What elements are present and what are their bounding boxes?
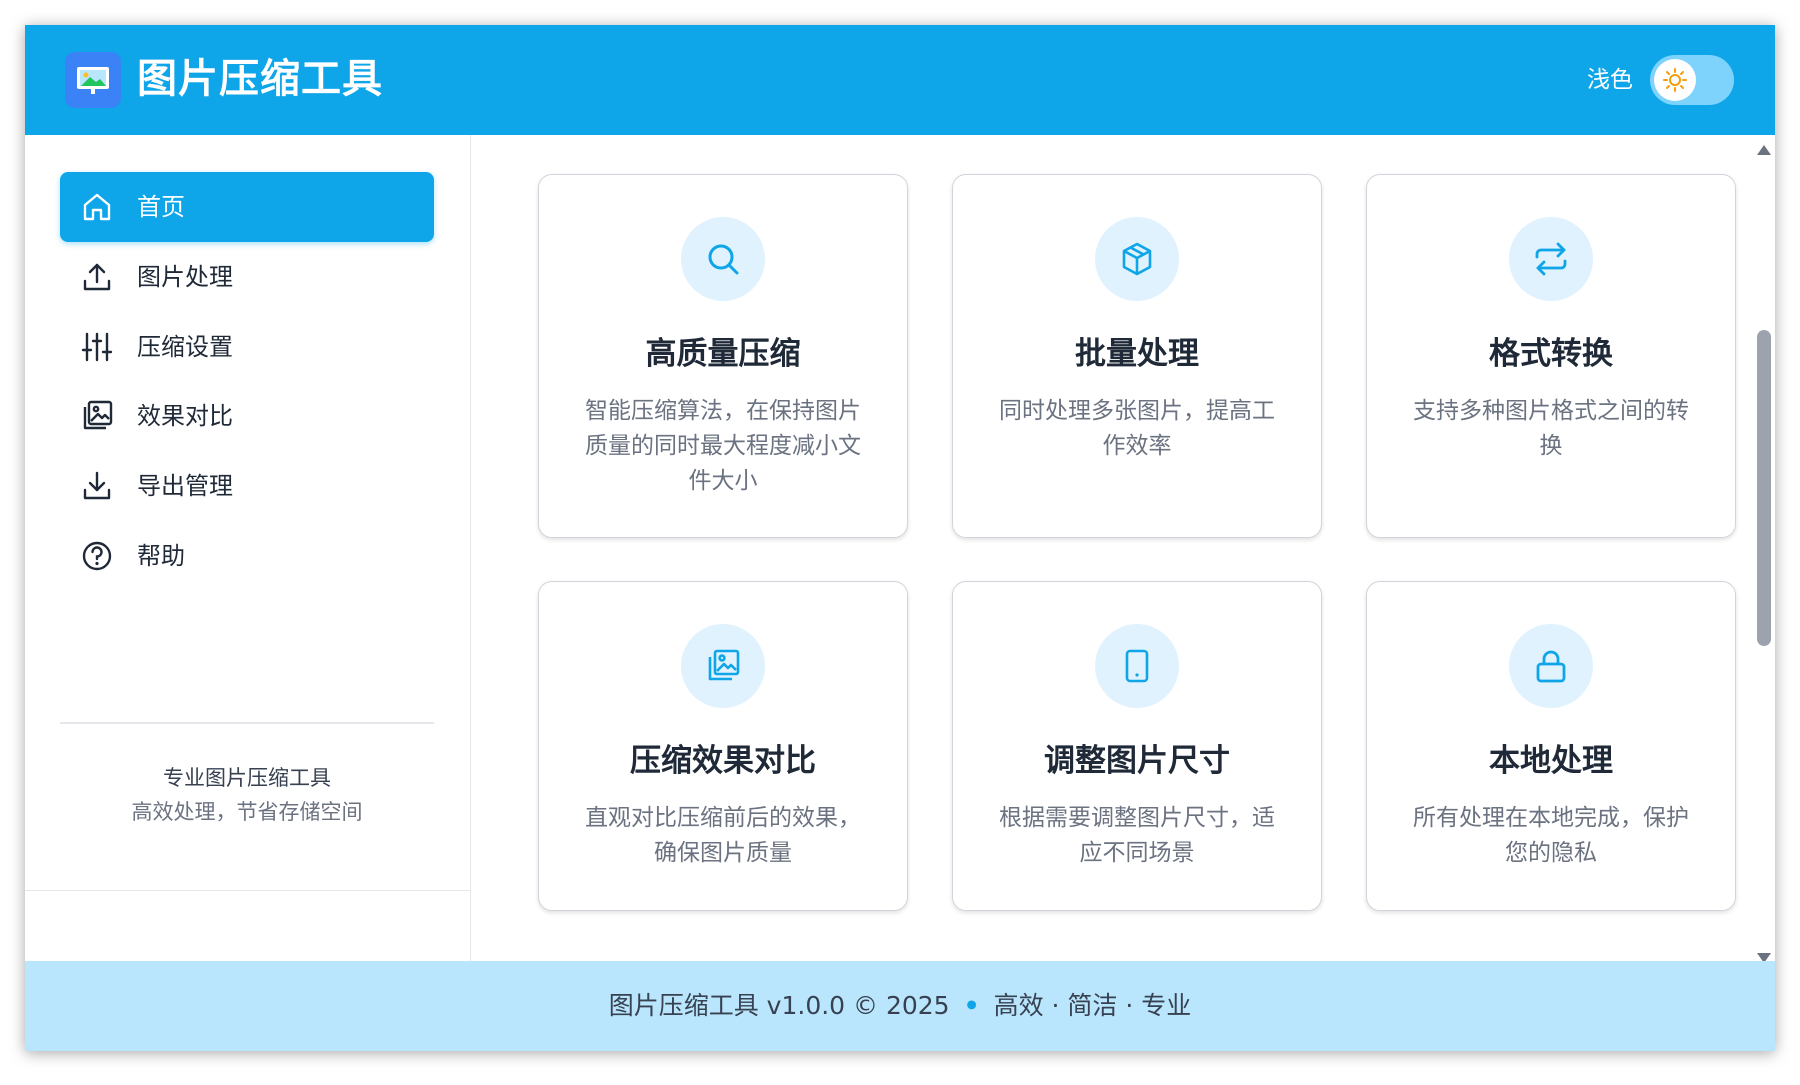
sidebar-item-label: 导出管理 [137, 472, 233, 500]
arrows-exchange-icon [1535, 242, 1567, 276]
footer-version: 图片压缩工具 v1.0.0 © 2025 [608, 991, 950, 1020]
card-description: 智能压缩算法，在保持图片质量的同时最大程度减小文件大小 [585, 398, 861, 494]
sidebar-item-label: 帮助 [137, 542, 185, 570]
images-icon [708, 649, 740, 681]
feature-card-batch: 批量处理 同时处理多张图片，提高工作效率 [952, 174, 1322, 538]
sidebar-divider [60, 722, 434, 724]
card-icon-badge [1095, 217, 1179, 301]
footer-text: 图片压缩工具 v1.0.0 © 2025 • 高效 · 简洁 · 专业 [25, 989, 1775, 1023]
sidebar-item-label: 效果对比 [137, 402, 233, 430]
lock-icon [1536, 650, 1566, 683]
sidebar-item-help[interactable]: 帮助 [60, 521, 434, 591]
card-icon-badge [1509, 217, 1593, 301]
footer-separator: • [963, 991, 980, 1020]
sidebar-item-home[interactable]: 首页 [60, 172, 434, 242]
sun-icon [1663, 68, 1687, 92]
home-icon [83, 193, 111, 221]
feature-card-high-quality: 高质量压缩 智能压缩算法，在保持图片质量的同时最大程度减小文件大小 [538, 174, 908, 538]
cube-icon [1122, 242, 1152, 276]
footer-slogan: 高效 · 简洁 · 专业 [993, 991, 1192, 1020]
image-icon [65, 52, 121, 108]
card-title: 批量处理 [1075, 336, 1199, 372]
card-title: 高质量压缩 [645, 336, 801, 372]
main-content: 高质量压缩 智能压缩算法，在保持图片质量的同时最大程度减小文件大小 批量处理 同… [471, 135, 1775, 981]
app-title: 图片压缩工具 [137, 56, 383, 102]
sidebar-footer-subtitle: 高效处理，节省存储空间 [131, 800, 363, 824]
app-header: 图片压缩工具 浅色 [25, 25, 1775, 135]
sidebar-item-label: 图片处理 [137, 263, 233, 291]
sidebar-bottom-divider [25, 890, 470, 891]
download-icon [83, 471, 111, 500]
sidebar: 首页 图片处理 压缩设置 效果对比 导出管理 帮助 专业图片压缩工具 高效处理，… [25, 135, 471, 981]
card-description: 直观对比压缩前后的效果，确保图片质量 [585, 805, 861, 866]
feature-card-resize: 调整图片尺寸 根据需要调整图片尺寸，适应不同场景 [952, 581, 1322, 911]
sidebar-item-compress-settings[interactable]: 压缩设置 [60, 312, 434, 382]
card-title: 压缩效果对比 [630, 743, 816, 779]
images-icon [83, 400, 113, 430]
toggle-knob[interactable] [1654, 59, 1696, 101]
scroll-thumb[interactable] [1757, 330, 1771, 646]
scroll-up-arrow[interactable] [1757, 145, 1771, 155]
feature-card-format: 格式转换 支持多种图片格式之间的转换 [1366, 174, 1736, 538]
theme-toggle[interactable] [1650, 55, 1734, 105]
help-icon [82, 541, 112, 571]
sliders-icon [81, 332, 113, 362]
card-description: 同时处理多张图片，提高工作效率 [999, 398, 1275, 459]
search-icon [708, 244, 739, 275]
card-title: 格式转换 [1489, 336, 1613, 372]
feature-card-local: 本地处理 所有处理在本地完成，保护您的隐私 [1366, 581, 1736, 911]
theme-label: 浅色 [1587, 67, 1633, 93]
card-icon-badge [681, 624, 765, 708]
card-description: 支持多种图片格式之间的转换 [1413, 398, 1689, 459]
card-title: 调整图片尺寸 [1044, 743, 1230, 779]
card-description: 根据需要调整图片尺寸，适应不同场景 [999, 805, 1275, 866]
sidebar-item-label: 首页 [137, 193, 185, 221]
sidebar-item-compare[interactable]: 效果对比 [60, 381, 434, 451]
card-icon-badge [1509, 624, 1593, 708]
app-window: 图片压缩工具 浅色 首页 图片处理 压缩设置 效果对比 导出管理 帮助 专业图片… [25, 25, 1775, 1051]
sidebar-item-label: 压缩设置 [137, 333, 233, 361]
sidebar-item-export[interactable]: 导出管理 [60, 451, 434, 521]
upload-icon [83, 263, 111, 291]
main-scrollbar[interactable] [1754, 135, 1775, 981]
sidebar-footer-title: 专业图片压缩工具 [163, 766, 331, 790]
tablet-icon [1125, 649, 1149, 683]
feature-card-compare: 压缩效果对比 直观对比压缩前后的效果，确保图片质量 [538, 581, 908, 911]
sidebar-item-image-processing[interactable]: 图片处理 [60, 242, 434, 312]
card-icon-badge [681, 217, 765, 301]
card-title: 本地处理 [1489, 743, 1613, 779]
card-icon-badge [1095, 624, 1179, 708]
app-footer: 图片压缩工具 v1.0.0 © 2025 • 高效 · 简洁 · 专业 [25, 961, 1775, 1051]
card-description: 所有处理在本地完成，保护您的隐私 [1413, 805, 1689, 866]
